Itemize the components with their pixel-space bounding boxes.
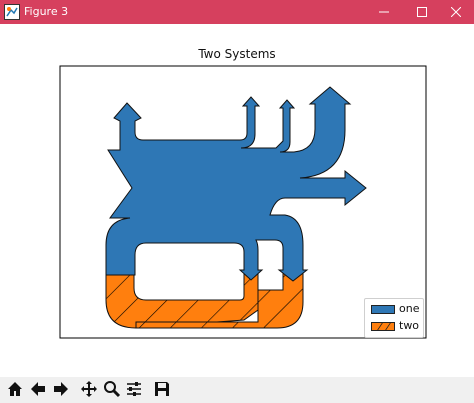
navigation-toolbar: [0, 377, 474, 403]
pan-button[interactable]: [78, 378, 100, 400]
legend-entry-two: two: [365, 318, 423, 334]
back-arrow-icon: [31, 382, 45, 396]
legend-label-two: two: [399, 319, 420, 332]
zoom-icon: [104, 381, 121, 398]
chart-legend: one two: [364, 298, 424, 338]
zoom-button[interactable]: [101, 378, 123, 400]
save-icon: [155, 382, 169, 396]
legend-entry-one: one: [365, 301, 423, 317]
legend-swatch-two: [371, 322, 395, 331]
configure-subplots-button[interactable]: [123, 378, 145, 400]
back-button[interactable]: [27, 378, 49, 400]
pan-icon: [81, 381, 97, 397]
forward-button[interactable]: [50, 378, 72, 400]
legend-label-one: one: [399, 302, 420, 315]
legend-swatch-one: [371, 305, 395, 314]
save-button[interactable]: [151, 378, 173, 400]
home-icon: [8, 382, 22, 396]
home-button[interactable]: [4, 378, 26, 400]
configure-subplots-icon: [127, 382, 141, 396]
forward-arrow-icon: [54, 382, 68, 396]
